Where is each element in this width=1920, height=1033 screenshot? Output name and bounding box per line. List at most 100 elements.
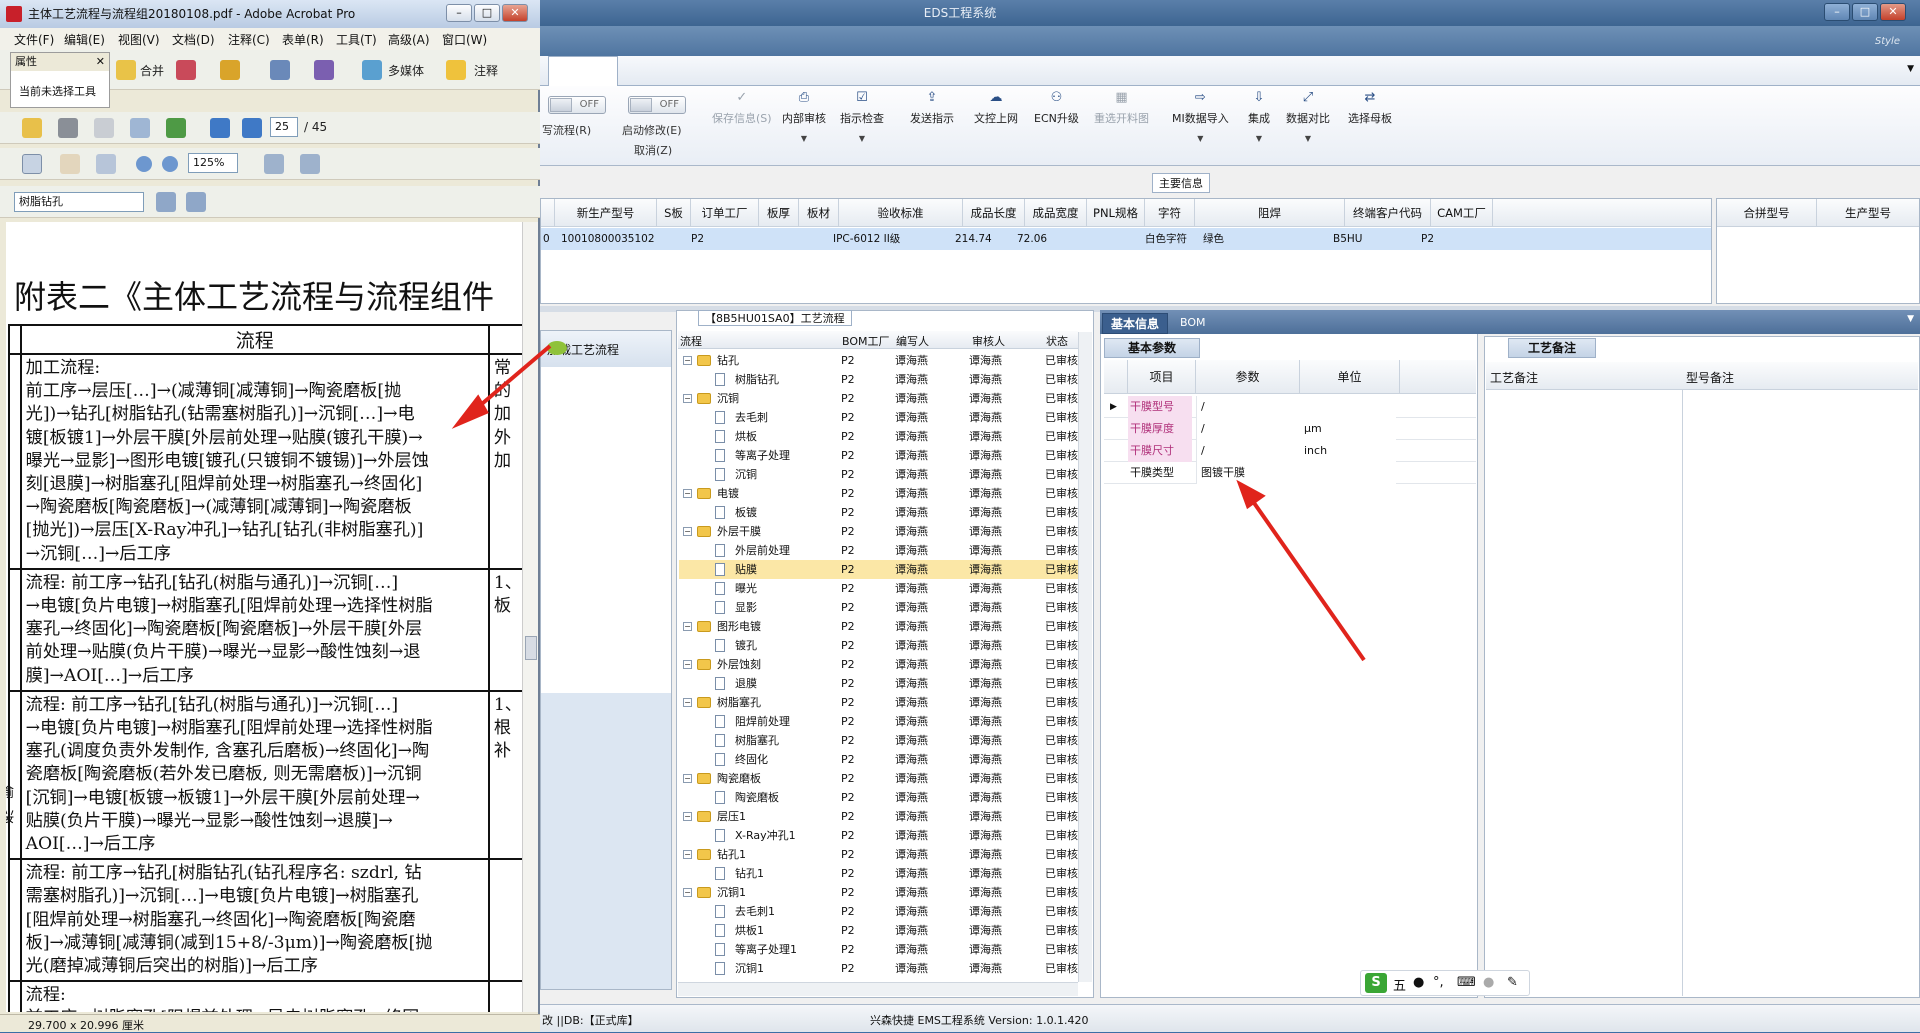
collapse-icon[interactable]: − bbox=[683, 698, 692, 707]
zoom-in-icon[interactable] bbox=[162, 156, 178, 172]
param-value[interactable]: / bbox=[1196, 396, 1396, 418]
params-header[interactable]: 单位 bbox=[1300, 360, 1400, 394]
ribbon-button[interactable]: ▦ 重选开料图 bbox=[1094, 90, 1149, 126]
tree-row[interactable]: 板镀 P2 谭海燕 谭海燕 已审核 bbox=[679, 503, 1079, 522]
tree-row[interactable]: 阻焊前处理 P2 谭海燕 谭海燕 已审核 bbox=[679, 712, 1079, 731]
maximize-button[interactable]: □ bbox=[474, 4, 500, 22]
menu-item[interactable]: 高级(A) bbox=[388, 31, 430, 48]
tree-row[interactable]: 树脂塞孔 P2 谭海燕 谭海燕 已审核 bbox=[679, 731, 1079, 750]
comment-icon[interactable] bbox=[446, 60, 466, 80]
pdf-vertical-scrollbar[interactable] bbox=[522, 222, 538, 1012]
menu-item[interactable]: 工具(T) bbox=[336, 31, 377, 48]
menu-item[interactable]: 文档(D) bbox=[172, 31, 215, 48]
remarks-header-model[interactable]: 型号备注 bbox=[1686, 369, 1734, 386]
close-icon[interactable]: ✕ bbox=[96, 53, 105, 71]
grid-header[interactable]: PNL规格 bbox=[1087, 199, 1145, 227]
grid-header[interactable]: 合拼型号 bbox=[1717, 199, 1817, 227]
collapse-icon[interactable]: − bbox=[683, 660, 692, 669]
tree-row[interactable]: 等离子处理1 P2 谭海燕 谭海燕 已审核 bbox=[679, 940, 1079, 959]
tree-header[interactable]: 流程 bbox=[680, 333, 702, 349]
grid-header[interactable]: 成品长度 bbox=[963, 199, 1025, 227]
remarks-header-process[interactable]: 工艺备注 bbox=[1490, 369, 1538, 386]
ime-toolbar[interactable]: S 五 ● °, ⌨ ● ✎ bbox=[1360, 970, 1530, 996]
tree-row[interactable]: 退膜 P2 谭海燕 谭海燕 已审核 bbox=[679, 674, 1079, 693]
tree-horizontal-scrollbar[interactable] bbox=[678, 982, 1078, 996]
dropdown-arrow-icon[interactable]: ▼ bbox=[840, 134, 884, 143]
collapse-icon[interactable]: − bbox=[683, 489, 692, 498]
email-icon[interactable] bbox=[130, 118, 150, 138]
merge-icon[interactable] bbox=[116, 60, 136, 80]
hand-tool-icon[interactable] bbox=[60, 154, 80, 174]
tree-header[interactable]: BOM工厂 bbox=[842, 333, 890, 349]
tree-row[interactable]: 曝光 P2 谭海燕 谭海燕 已审核 bbox=[679, 579, 1079, 598]
ribbon-button[interactable]: ⚇ ECN升级 bbox=[1034, 90, 1079, 126]
param-value[interactable]: 图镀干膜 bbox=[1196, 462, 1396, 484]
open-folder-icon[interactable] bbox=[22, 118, 42, 138]
zoom-out-icon[interactable] bbox=[136, 156, 152, 172]
collapse-icon[interactable]: − bbox=[683, 394, 692, 403]
menu-item[interactable]: 编辑(E) bbox=[64, 31, 105, 48]
write-flow-toggle[interactable]: OFF bbox=[548, 96, 606, 114]
tree-row[interactable]: 显影 P2 谭海燕 谭海燕 已审核 bbox=[679, 598, 1079, 617]
tree-row[interactable]: − 外层干膜 P2 谭海燕 谭海燕 已审核 bbox=[679, 522, 1079, 541]
next-page-icon[interactable] bbox=[242, 118, 262, 138]
param-row[interactable]: 干膜类型 图镀干膜 bbox=[1104, 462, 1476, 484]
menu-item[interactable]: 注释(C) bbox=[228, 31, 270, 48]
tree-row[interactable]: 镀孔 P2 谭海燕 谭海燕 已审核 bbox=[679, 636, 1079, 655]
settings-icon[interactable]: ✎ bbox=[1507, 975, 1518, 990]
tree-row[interactable]: 树脂钻孔 P2 谭海燕 谭海燕 已审核 bbox=[679, 370, 1079, 389]
load-flow-header[interactable]: 加载工艺流程 bbox=[541, 331, 671, 367]
grid-header[interactable]: 订单工厂 bbox=[691, 199, 759, 227]
collapse-icon[interactable]: − bbox=[683, 356, 692, 365]
tree-row[interactable]: 贴膜 P2 谭海燕 谭海燕 已审核 bbox=[679, 560, 1079, 579]
dropdown-arrow-icon[interactable]: ▼ bbox=[782, 134, 826, 143]
tree-header[interactable]: 状态 bbox=[1046, 333, 1068, 349]
symbol-icon[interactable]: °, bbox=[1433, 975, 1444, 990]
ribbon-button[interactable]: ⤢ 数据对比 ▼ bbox=[1286, 90, 1330, 143]
find-previous-icon[interactable] bbox=[156, 192, 176, 212]
select-tool-icon[interactable] bbox=[22, 154, 42, 174]
collapse-icon[interactable]: − bbox=[683, 622, 692, 631]
minimize-button[interactable]: – bbox=[1824, 3, 1850, 21]
close-button[interactable]: ✕ bbox=[502, 4, 528, 22]
tree-row[interactable]: − 层压1 P2 谭海燕 谭海燕 已审核 bbox=[679, 807, 1079, 826]
grid-header[interactable]: 字符 bbox=[1145, 199, 1195, 227]
tree-row[interactable]: 去毛刺1 P2 谭海燕 谭海燕 已审核 bbox=[679, 902, 1079, 921]
tab-bom[interactable]: BOM bbox=[1172, 313, 1214, 334]
enable-edit-toggle[interactable]: OFF bbox=[628, 96, 686, 114]
grid-header[interactable]: 板厚 bbox=[759, 199, 799, 227]
menu-item[interactable]: 窗口(W) bbox=[442, 31, 487, 48]
ribbon-tab-home[interactable] bbox=[548, 56, 618, 86]
menu-item[interactable]: 表单(R) bbox=[282, 31, 324, 48]
search-input[interactable]: 树脂钻孔 bbox=[14, 192, 144, 212]
grid-header[interactable]: S板 bbox=[657, 199, 691, 227]
ribbon-button[interactable]: ☑ 指示检查 ▼ bbox=[840, 90, 884, 143]
param-row[interactable]: ▶ 干膜型号 / bbox=[1104, 396, 1476, 418]
grid-header[interactable]: 终端客户代码 bbox=[1345, 199, 1431, 227]
param-row[interactable]: 干膜厚度 / μm bbox=[1104, 418, 1476, 440]
tree-row[interactable]: 陶瓷磨板 P2 谭海燕 谭海燕 已审核 bbox=[679, 788, 1079, 807]
tree-row[interactable]: − 沉铜1 P2 谭海燕 谭海燕 已审核 bbox=[679, 883, 1079, 902]
share-icon[interactable] bbox=[166, 118, 186, 138]
ribbon-button[interactable]: ⇄ 选择母板 bbox=[1348, 90, 1392, 126]
dropdown-arrow-icon[interactable]: ▼ bbox=[1286, 134, 1330, 143]
tree-row[interactable]: 沉铜1 P2 谭海燕 谭海燕 已审核 bbox=[679, 959, 1079, 978]
fit-page-icon[interactable] bbox=[264, 154, 284, 174]
tab-basic-info[interactable]: 基本信息 bbox=[1102, 313, 1169, 334]
tree-row[interactable]: − 图形电镀 P2 谭海燕 谭海燕 已审核 bbox=[679, 617, 1079, 636]
sogou-icon[interactable]: S bbox=[1365, 973, 1387, 993]
sign-icon[interactable] bbox=[270, 60, 290, 80]
multimedia-button[interactable]: 多媒体 bbox=[388, 62, 424, 79]
tree-row[interactable]: 终固化 P2 谭海燕 谭海燕 已审核 bbox=[679, 750, 1079, 769]
tree-row[interactable]: − 树脂塞孔 P2 谭海燕 谭海燕 已审核 bbox=[679, 693, 1079, 712]
ribbon-button[interactable]: ✓ 保存信息(S) bbox=[712, 90, 772, 126]
ribbon-button[interactable]: ☁ 文控上网 bbox=[974, 90, 1018, 126]
print-icon[interactable] bbox=[58, 118, 78, 138]
param-row[interactable]: 干膜尺寸 / inch bbox=[1104, 440, 1476, 462]
find-next-icon[interactable] bbox=[186, 192, 206, 212]
params-header[interactable]: 参数 bbox=[1196, 360, 1300, 394]
selected-grid-row[interactable] bbox=[541, 228, 1711, 250]
ime-mode[interactable]: 五 bbox=[1393, 975, 1406, 994]
chat-bubble-icon[interactable] bbox=[547, 341, 567, 355]
ribbon-button[interactable]: ⎙ 内部审核 ▼ bbox=[782, 90, 826, 143]
